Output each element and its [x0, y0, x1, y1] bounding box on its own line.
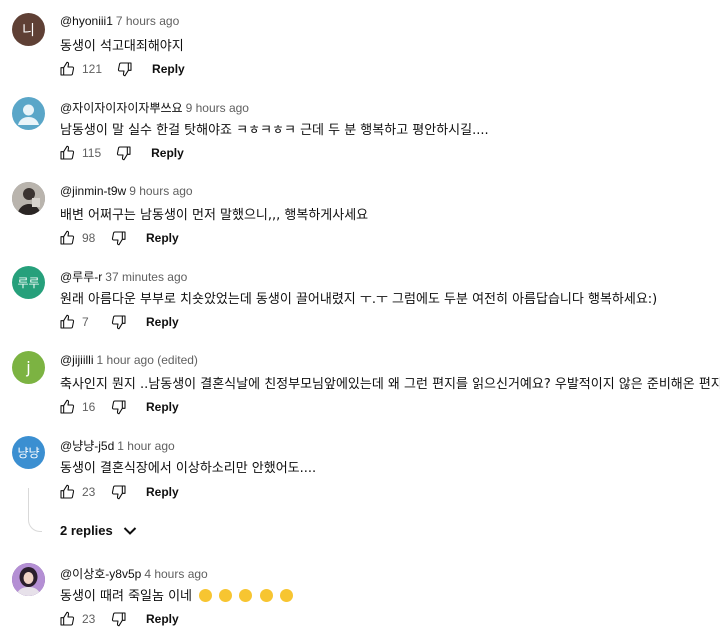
comment-actions: 23 Reply: [58, 482, 179, 502]
timestamp[interactable]: 7 hours ago: [116, 14, 179, 28]
view-replies-button[interactable]: 2 replies: [60, 523, 137, 538]
thumbs-down-icon[interactable]: [110, 313, 128, 331]
disappointed-face-emoji-icon: [199, 589, 213, 602]
timestamp[interactable]: 9 hours ago: [129, 184, 192, 198]
comment-actions: 121 Reply: [58, 59, 185, 79]
thumbs-up-icon[interactable]: [58, 610, 76, 628]
reply-button[interactable]: Reply: [146, 400, 179, 414]
thumbs-up-icon[interactable]: [58, 60, 76, 78]
reply-button[interactable]: Reply: [146, 485, 179, 499]
like-count: 121: [82, 62, 103, 76]
disappointed-face-emoji-icon: [239, 589, 253, 602]
disappointed-face-emoji-icon: [219, 589, 233, 602]
avatar[interactable]: 냥냥: [12, 436, 45, 469]
timestamp[interactable]: 1 hour ago (edited): [97, 353, 198, 367]
avatar[interactable]: 루루: [12, 266, 45, 299]
thumbs-down-icon[interactable]: [110, 483, 128, 501]
comment-text: 동생이 때려 죽일놈 이네: [60, 589, 192, 604]
photo-avatar-image: [12, 182, 45, 215]
thread-connector-line: [28, 488, 42, 532]
reply-button[interactable]: Reply: [151, 146, 184, 160]
reply-button[interactable]: Reply: [146, 315, 179, 329]
comment-actions: 16 Reply: [58, 397, 179, 417]
timestamp[interactable]: 1 hour ago: [117, 439, 174, 453]
author-name[interactable]: @자이자이자이자뿌쓰요: [60, 101, 183, 115]
comment-text: 축사인지 뭔지 ..남동생이 결혼식날에 친정부모님앞에있는데 왜 그런 편지를…: [60, 377, 720, 392]
like-count: 7: [82, 315, 89, 329]
author-name[interactable]: @hyoniii1: [60, 14, 113, 28]
comment-actions: 115 Reply: [58, 143, 184, 163]
thumbs-up-icon[interactable]: [58, 483, 76, 501]
thumbs-down-icon[interactable]: [116, 60, 134, 78]
like-count: 16: [82, 400, 96, 414]
thumbs-up-icon[interactable]: [58, 144, 76, 162]
comment-header: @자이자이자이자뿌쓰요 9 hours ago: [60, 99, 249, 116]
reply-button[interactable]: Reply: [146, 612, 179, 626]
thumbs-up-icon[interactable]: [58, 398, 76, 416]
like-count: 115: [82, 146, 102, 160]
avatar[interactable]: [12, 563, 45, 596]
comment-text: 배변 어쩌구는 남동생이 먼저 말했으니,,, 행복하게사세요: [60, 208, 369, 223]
comment-header: @루루-r 37 minutes ago: [60, 268, 187, 285]
comment-header: @냥냥-j5d 1 hour ago: [60, 437, 175, 454]
comment-text: 원래 아름다운 부부로 치숏았었는데 동생이 끌어내렸지 ㅜ.ㅜ 그럼에도 두분…: [60, 292, 658, 307]
author-name[interactable]: @jijiilli: [60, 353, 94, 367]
author-name[interactable]: @냥냥-j5d: [60, 439, 114, 453]
comment-header: @jinmin-t9w 9 hours ago: [60, 184, 193, 198]
comment-actions: 23 Reply: [58, 609, 179, 629]
avatar[interactable]: 니: [12, 13, 45, 46]
like-count: 23: [82, 485, 96, 499]
comment-actions: 98 Reply: [58, 228, 179, 248]
author-name[interactable]: @루루-r: [60, 270, 102, 284]
reply-button[interactable]: Reply: [146, 231, 179, 245]
avatar[interactable]: [12, 97, 45, 130]
timestamp[interactable]: 9 hours ago: [186, 101, 249, 115]
like-count: 23: [82, 612, 96, 626]
author-name[interactable]: @이상호-y8v5p: [60, 567, 141, 581]
thumbs-up-icon[interactable]: [58, 229, 76, 247]
comment-text-row: 동생이 때려 죽일놈 이네: [60, 585, 293, 604]
comment-header: @이상호-y8v5p 4 hours ago: [60, 565, 208, 582]
avatar[interactable]: j: [12, 351, 45, 384]
timestamp[interactable]: 4 hours ago: [144, 567, 207, 581]
disappointed-face-emoji-icon: [279, 589, 293, 602]
thumbs-down-icon[interactable]: [110, 610, 128, 628]
avatar[interactable]: [12, 182, 45, 215]
reply-button[interactable]: Reply: [152, 62, 185, 76]
disappointed-face-emoji-icon: [259, 589, 273, 602]
chevron-down-icon: [123, 526, 137, 536]
thumbs-down-icon[interactable]: [110, 229, 128, 247]
comment-actions: 7 Reply: [58, 312, 179, 332]
comment-header: @hyoniii1 7 hours ago: [60, 14, 179, 28]
like-count: 98: [82, 231, 96, 245]
comment-text: 동생이 석고대죄해야지: [60, 39, 184, 54]
author-name[interactable]: @jinmin-t9w: [60, 184, 126, 198]
comment-header: @jijiilli 1 hour ago (edited): [60, 353, 198, 367]
replies-count-label: 2 replies: [60, 523, 113, 538]
comment-text: 남동생이 말 실수 한걸 탓해야죠 ㅋㅎㅋㅎㅋ 근데 두 분 행복하고 평안하시…: [60, 123, 489, 138]
thumbs-down-icon[interactable]: [110, 398, 128, 416]
comment-text: 동생이 결혼식장에서 이상하소리만 안했어도....: [60, 461, 317, 476]
timestamp[interactable]: 37 minutes ago: [105, 270, 187, 284]
photo-avatar-image: [12, 563, 45, 596]
default-user-icon: [18, 104, 39, 125]
thumbs-down-icon[interactable]: [115, 144, 133, 162]
thumbs-up-icon[interactable]: [58, 313, 76, 331]
